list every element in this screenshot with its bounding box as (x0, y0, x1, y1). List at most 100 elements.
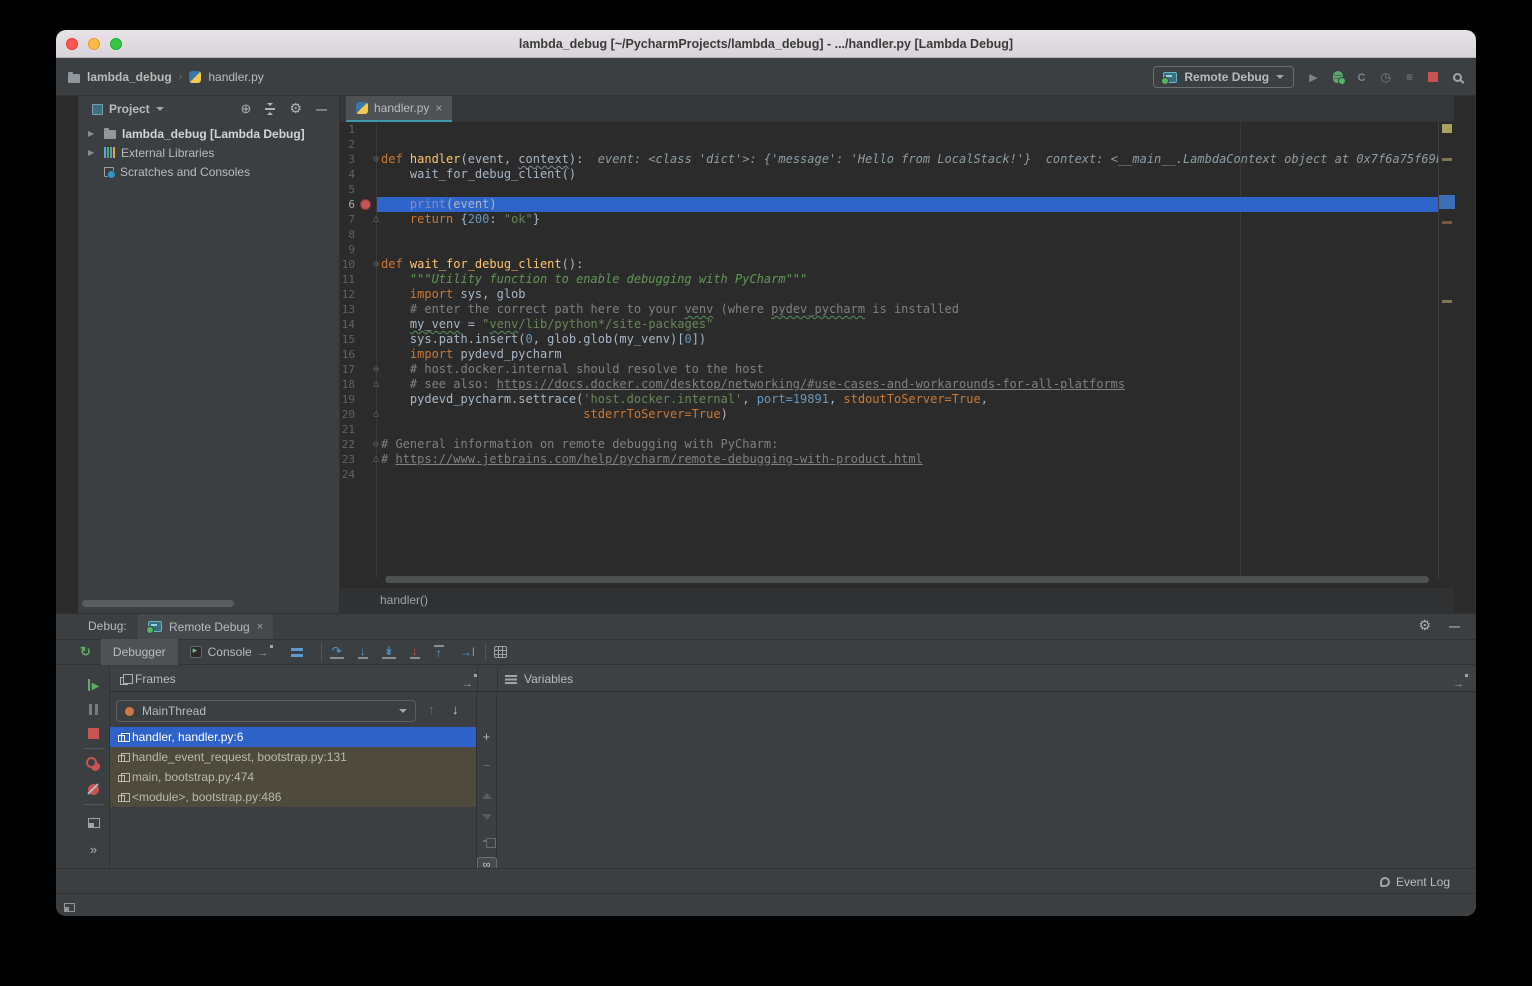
step-into-my-code-icon[interactable] (410, 645, 420, 659)
debug-icon[interactable] (1333, 71, 1343, 83)
project-panel-title[interactable]: Project (109, 102, 150, 116)
move-up-icon[interactable] (482, 788, 492, 799)
breadcrumb-file[interactable]: handler.py (208, 70, 263, 84)
line-number[interactable]: 3 (340, 152, 355, 167)
tree-item[interactable]: Scratches and Consoles (78, 162, 339, 181)
tree-item[interactable]: ▶External Libraries (78, 143, 339, 162)
thread-selector[interactable]: MainThread (116, 700, 416, 722)
event-log-button[interactable]: Event Log (1380, 869, 1450, 894)
settings-icon[interactable] (289, 100, 302, 118)
code-line[interactable]: 8 (340, 227, 1454, 242)
locate-icon[interactable] (241, 100, 252, 118)
code-line[interactable]: 13 # enter the correct path here to your… (340, 302, 1454, 317)
mute-breakpoints-icon[interactable] (88, 784, 99, 795)
run-to-cursor-icon[interactable] (458, 646, 477, 658)
evaluate-expression-icon[interactable] (494, 646, 507, 658)
line-number[interactable]: 9 (340, 242, 355, 257)
code-line[interactable]: 17⊖ # host.docker.internal should resolv… (340, 362, 1454, 377)
tree-item[interactable]: ▶lambda_debug [Lambda Debug] (78, 124, 339, 143)
rerun-list-icon[interactable] (1406, 68, 1413, 86)
frame-row[interactable]: handle_event_request, bootstrap.py:131 (110, 747, 476, 767)
tab-console[interactable]: Console (178, 639, 281, 665)
frames-pin-icon[interactable] (462, 674, 473, 692)
pause-icon[interactable] (89, 704, 98, 715)
line-number[interactable]: 13 (340, 302, 355, 317)
editor-tab-handler-py[interactable]: handler.py × (346, 96, 452, 122)
line-number[interactable]: 16 (340, 347, 355, 362)
add-icon[interactable]: + (483, 730, 491, 744)
code-line[interactable]: 9 (340, 242, 1454, 257)
tool-window-toggle-icon[interactable] (64, 903, 75, 912)
line-number[interactable]: 22 (340, 437, 355, 452)
line-number[interactable]: 10 (340, 257, 355, 272)
line-number[interactable]: 4 (340, 167, 355, 182)
expand-arrow-icon[interactable]: ▶ (88, 129, 98, 138)
restore-layout-icon[interactable] (88, 818, 100, 828)
line-number[interactable]: 7 (340, 212, 355, 227)
line-number[interactable]: 8 (340, 227, 355, 242)
line-number[interactable]: 23 (340, 452, 355, 467)
remove-icon[interactable]: − (483, 759, 491, 773)
frame-row[interactable]: handler, handler.py:6 (110, 727, 476, 747)
move-down-icon[interactable] (482, 814, 492, 825)
step-out-icon[interactable] (434, 645, 444, 659)
close-session-icon[interactable]: × (257, 621, 263, 633)
line-number[interactable]: 24 (340, 467, 355, 482)
line-number[interactable]: 20 (340, 407, 355, 422)
frame-row[interactable]: main, bootstrap.py:474 (110, 767, 476, 787)
line-number[interactable]: 21 (340, 422, 355, 437)
project-horizontal-scrollbar[interactable] (82, 600, 234, 607)
code-line[interactable]: 3⊖def handler(event, context): event: <c… (340, 152, 1454, 167)
debug-session-tab[interactable]: Remote Debug × (138, 614, 273, 639)
duplicate-icon[interactable] (483, 840, 491, 842)
code-line[interactable]: 22⊖# General information on remote debug… (340, 437, 1454, 452)
code-line[interactable]: 23⌂# https://www.jetbrains.com/help/pych… (340, 452, 1454, 467)
hide-icon[interactable] (316, 100, 327, 118)
hide-panel-icon[interactable] (1449, 617, 1460, 635)
line-number[interactable]: 2 (340, 137, 355, 152)
code-line[interactable]: 19 pydevd_pycharm.settrace('host.docker.… (340, 392, 1454, 407)
tab-debugger[interactable]: Debugger (101, 639, 178, 665)
variables-pin-icon[interactable] (1453, 674, 1464, 692)
step-over-icon[interactable] (330, 645, 344, 659)
code-line[interactable]: 24 (340, 467, 1454, 482)
profile-icon[interactable] (1358, 68, 1366, 86)
profiler-clock-icon[interactable] (1381, 68, 1391, 86)
line-number[interactable]: 15 (340, 332, 355, 347)
line-number[interactable]: 17 (340, 362, 355, 377)
code-line[interactable]: 6 print(event) (340, 197, 1454, 212)
line-number[interactable]: 1 (340, 122, 355, 137)
frame-row[interactable]: <module>, bootstrap.py:486 (110, 787, 476, 807)
resume-icon[interactable] (88, 679, 100, 691)
code-line[interactable]: 2 (340, 137, 1454, 152)
stop-icon[interactable] (88, 728, 99, 739)
view-breakpoints-icon[interactable] (91, 762, 100, 771)
search-icon[interactable] (1453, 73, 1462, 82)
force-step-into-icon[interactable] (382, 645, 396, 659)
breakpoint-icon[interactable] (360, 199, 371, 210)
code-line[interactable]: 5 (340, 182, 1454, 197)
code-area[interactable]: 123⊖def handler(event, context): event: … (340, 122, 1454, 578)
line-number[interactable]: 6 (340, 197, 355, 212)
run-icon[interactable] (1309, 68, 1317, 86)
editor-error-stripe[interactable] (1438, 122, 1454, 578)
close-tab-icon[interactable]: × (435, 101, 442, 115)
run-configuration-select[interactable]: Remote Debug (1153, 66, 1294, 88)
code-line[interactable]: 11 """Utility function to enable debuggi… (340, 272, 1454, 287)
code-line[interactable]: 20⌂ stderrToServer=True) (340, 407, 1454, 422)
next-frame-icon[interactable]: ↓ (452, 702, 459, 717)
line-number[interactable]: 14 (340, 317, 355, 332)
code-line[interactable]: 14 my_venv = "venv/lib/python*/site-pack… (340, 317, 1454, 332)
breadcrumb-project[interactable]: lambda_debug (87, 70, 172, 84)
code-line[interactable]: 12 import sys, glob (340, 287, 1454, 302)
line-number[interactable]: 5 (340, 182, 355, 197)
more-icon[interactable] (90, 841, 97, 859)
stop-icon[interactable] (1428, 72, 1438, 82)
breadcrumb-function[interactable]: handler() (380, 593, 428, 607)
jump-to-output-icon[interactable] (258, 645, 269, 659)
code-line[interactable]: 16 import pydevd_pycharm (340, 347, 1454, 362)
code-line[interactable]: 10⊖def wait_for_debug_client(): (340, 257, 1454, 272)
line-number[interactable]: 19 (340, 392, 355, 407)
previous-frame-icon[interactable]: ↑ (428, 702, 435, 717)
step-into-icon[interactable] (358, 645, 368, 659)
